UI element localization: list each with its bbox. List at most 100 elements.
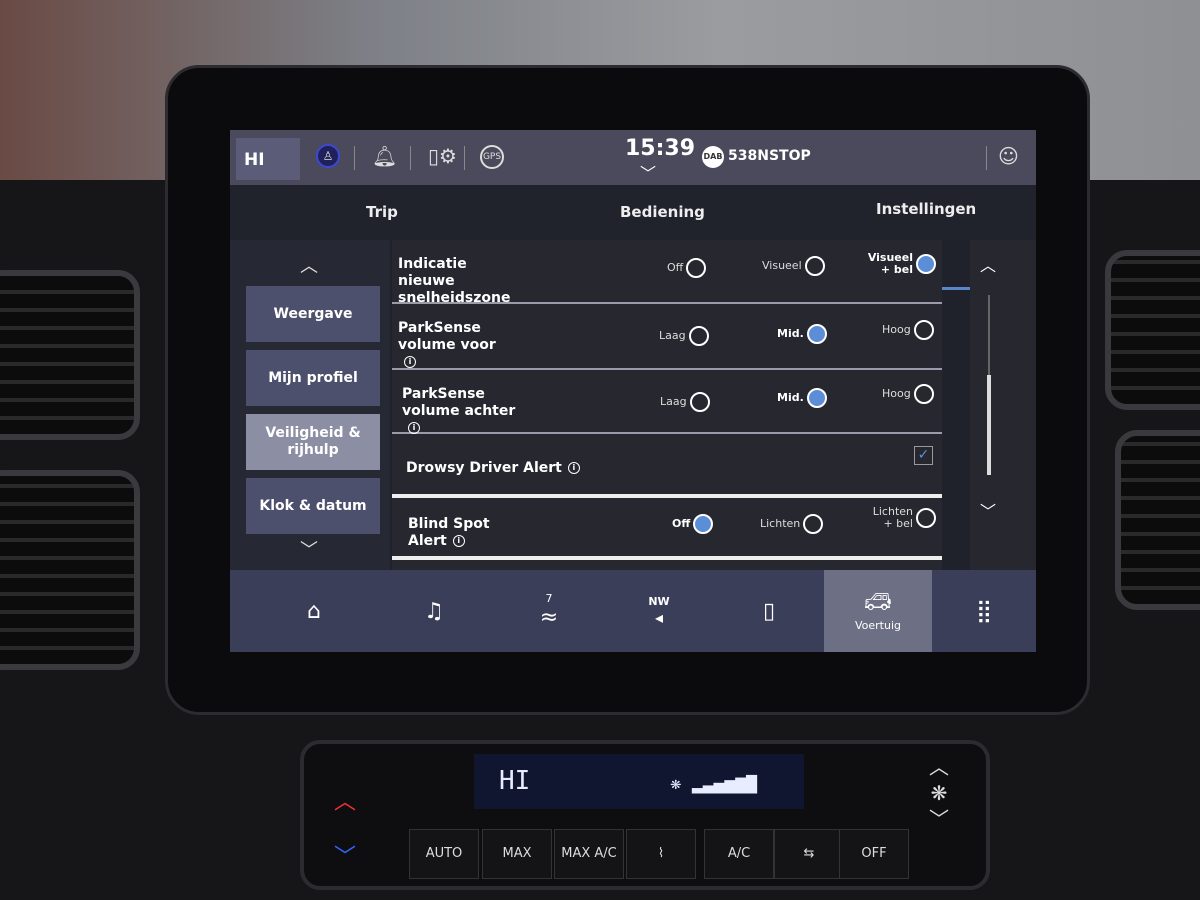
option-label: Visueel — [762, 259, 802, 272]
voice-assistant-icon[interactable]: ☺ — [998, 144, 1019, 168]
radio-option[interactable]: Visueel — [762, 256, 825, 276]
radio-button[interactable] — [693, 514, 714, 534]
infotainment-screen: HI ♙ 🔔︎ ▯⚙ GPS 15:39 ﹀ DAB 538NSTOP ☺ Tr… — [230, 130, 1036, 652]
chevron-down-icon[interactable]: ﹀ — [300, 536, 318, 562]
max-ac-button[interactable]: MAX A/C — [554, 829, 624, 879]
scroll-up-icon[interactable]: ︿ — [980, 252, 996, 276]
radio-button[interactable] — [913, 384, 934, 404]
chevron-up-icon[interactable]: ︿ — [300, 252, 318, 278]
radio-button[interactable] — [688, 326, 709, 346]
sidebar-item-mijn-profiel[interactable]: Mijn profiel — [246, 350, 380, 406]
setting-label: ParkSense volume achter i — [402, 386, 522, 437]
ac-button[interactable]: A/C — [704, 829, 774, 879]
nav-music[interactable]: ♫ — [380, 570, 488, 652]
option-label: Lichten + bel — [872, 505, 913, 530]
settings-list: Indicatie nieuwe snelheidszone Off Visue… — [392, 240, 942, 570]
setting-label: ParkSense volume voor i — [398, 320, 508, 371]
phone-icon: ▯ — [762, 598, 776, 624]
nav-voertuig[interactable]: 🚙︎ Voertuig — [824, 570, 932, 652]
radio-option[interactable]: Laag — [659, 326, 709, 346]
setting-row: ParkSense volume voor i Laag Mid. Hoog — [392, 304, 942, 370]
info-icon[interactable]: i — [404, 356, 416, 368]
sidebar-item-weergave[interactable]: Weergave — [246, 286, 380, 342]
fan-level-icon: ❋ ▂▃▄▅▆▇ — [670, 773, 758, 794]
radio-button[interactable] — [689, 392, 710, 412]
nav-phone[interactable]: ▯ — [715, 570, 823, 652]
nav-climate[interactable]: 7 ≈ — [495, 570, 603, 652]
setting-row: Blind Spot Alert i Off Lichten Lichten + … — [392, 498, 942, 560]
music-icon: ♫ — [424, 598, 444, 624]
tab-trip[interactable]: Trip — [366, 203, 398, 221]
divider — [354, 146, 355, 170]
radio-button[interactable] — [806, 388, 827, 408]
option-label: Mid. — [777, 391, 804, 404]
setting-label: Indicatie nieuwe snelheidszone — [398, 256, 511, 306]
sidebar-item-klok-datum[interactable]: Klok & datum — [246, 478, 380, 534]
radio-option[interactable]: Visueel + bel — [864, 252, 936, 276]
fan-speed-control[interactable]: ︿ ❋ ﹀ — [929, 754, 949, 832]
bell-icon[interactable]: 🔔︎ — [372, 144, 397, 168]
climate-panel: ︿ ﹀ HI ❋ ▂▃▄▅▆▇ AUTO MAX MAX A/C ⌇ A/C ⇆ … — [300, 740, 990, 890]
off-button[interactable]: OFF — [839, 829, 909, 879]
radio-button[interactable] — [916, 254, 936, 274]
temp-up-button[interactable]: ︿ — [334, 784, 356, 816]
info-icon[interactable]: i — [452, 535, 465, 547]
nav-navigation[interactable]: NW ◂ — [605, 570, 713, 652]
option-label: Hoog — [882, 387, 911, 400]
radio-button[interactable] — [806, 324, 827, 344]
nav-apps[interactable]: ⣿ — [930, 570, 1036, 652]
option-label: Laag — [660, 395, 687, 408]
rear-defrost-button[interactable]: ⌇ — [626, 829, 696, 879]
air-vent — [1105, 250, 1200, 410]
option-label: Lichten — [760, 517, 801, 530]
phone-settings-icon[interactable]: ▯⚙ — [428, 144, 457, 168]
auto-button[interactable]: AUTO — [409, 829, 479, 879]
radio-option[interactable]: Lichten + bel — [862, 506, 936, 530]
scroll-down-icon[interactable]: ﹀ — [980, 498, 996, 522]
setting-row: Drowsy Driver Alert i ✓ — [392, 434, 942, 498]
radio-option[interactable]: Laag — [660, 392, 710, 412]
scrollbar[interactable]: ︿ ﹀ — [970, 240, 1036, 570]
temperature-readout: HI — [499, 766, 531, 796]
scroll-thumb[interactable] — [987, 375, 991, 475]
radio-option[interactable]: Mid. — [777, 324, 827, 344]
radio-button[interactable] — [803, 514, 824, 534]
gps-icon[interactable]: GPS — [480, 145, 504, 169]
info-icon[interactable]: i — [567, 462, 580, 474]
home-icon: ⌂ — [307, 598, 321, 624]
settings-sidebar: ︿ Weergave Mijn profiel Veiligheid & rij… — [230, 240, 390, 570]
setting-row: Indicatie nieuwe snelheidszone Off Visue… — [392, 240, 942, 306]
radio-option[interactable]: Hoog — [882, 320, 934, 340]
info-icon[interactable]: i — [408, 422, 420, 434]
profile-button[interactable]: HI — [236, 138, 300, 180]
setting-row: ParkSense volume achter i Laag Mid. Hoog — [392, 370, 942, 434]
tab-instellingen[interactable]: Instellingen — [876, 200, 976, 218]
radio-option[interactable]: Off — [672, 514, 714, 534]
apps-grid-icon: ⣿ — [975, 598, 993, 624]
radio-option[interactable]: Mid. — [777, 388, 827, 408]
radio-button[interactable] — [916, 508, 936, 528]
radio-button[interactable] — [913, 320, 934, 340]
driver-profile-icon[interactable]: ♙ — [316, 144, 340, 168]
radio-option[interactable]: Off — [667, 258, 707, 278]
tab-bar: Trip Bediening Instellingen — [230, 185, 1036, 290]
radio-option[interactable]: Lichten — [760, 514, 824, 534]
option-label: Off — [667, 261, 684, 274]
radio-button[interactable] — [686, 258, 707, 278]
air-vent — [0, 470, 140, 670]
setting-label-text: ParkSense volume achter — [402, 386, 516, 419]
navigation-icon: ◂ — [654, 608, 664, 627]
drowsy-driver-checkbox[interactable]: ✓ — [914, 446, 933, 465]
max-defrost-button[interactable]: MAX — [482, 829, 552, 879]
temp-down-button[interactable]: ﹀ — [334, 839, 356, 871]
tab-bediening[interactable]: Bediening — [620, 203, 705, 221]
nav-home[interactable]: ⌂ — [260, 570, 368, 652]
chevron-down-icon[interactable]: ﹀ — [640, 160, 656, 184]
radio-station[interactable]: 538NSTOP — [728, 148, 811, 164]
radio-button[interactable] — [804, 256, 825, 276]
recirculation-button[interactable]: ⇆ — [774, 829, 844, 879]
radio-option[interactable]: Hoog — [882, 384, 934, 404]
setting-label: Blind Spot Alert i — [408, 516, 508, 550]
climate-badge: 7 — [545, 592, 553, 605]
sidebar-item-veiligheid[interactable]: Veiligheid & rijhulp — [246, 414, 380, 470]
